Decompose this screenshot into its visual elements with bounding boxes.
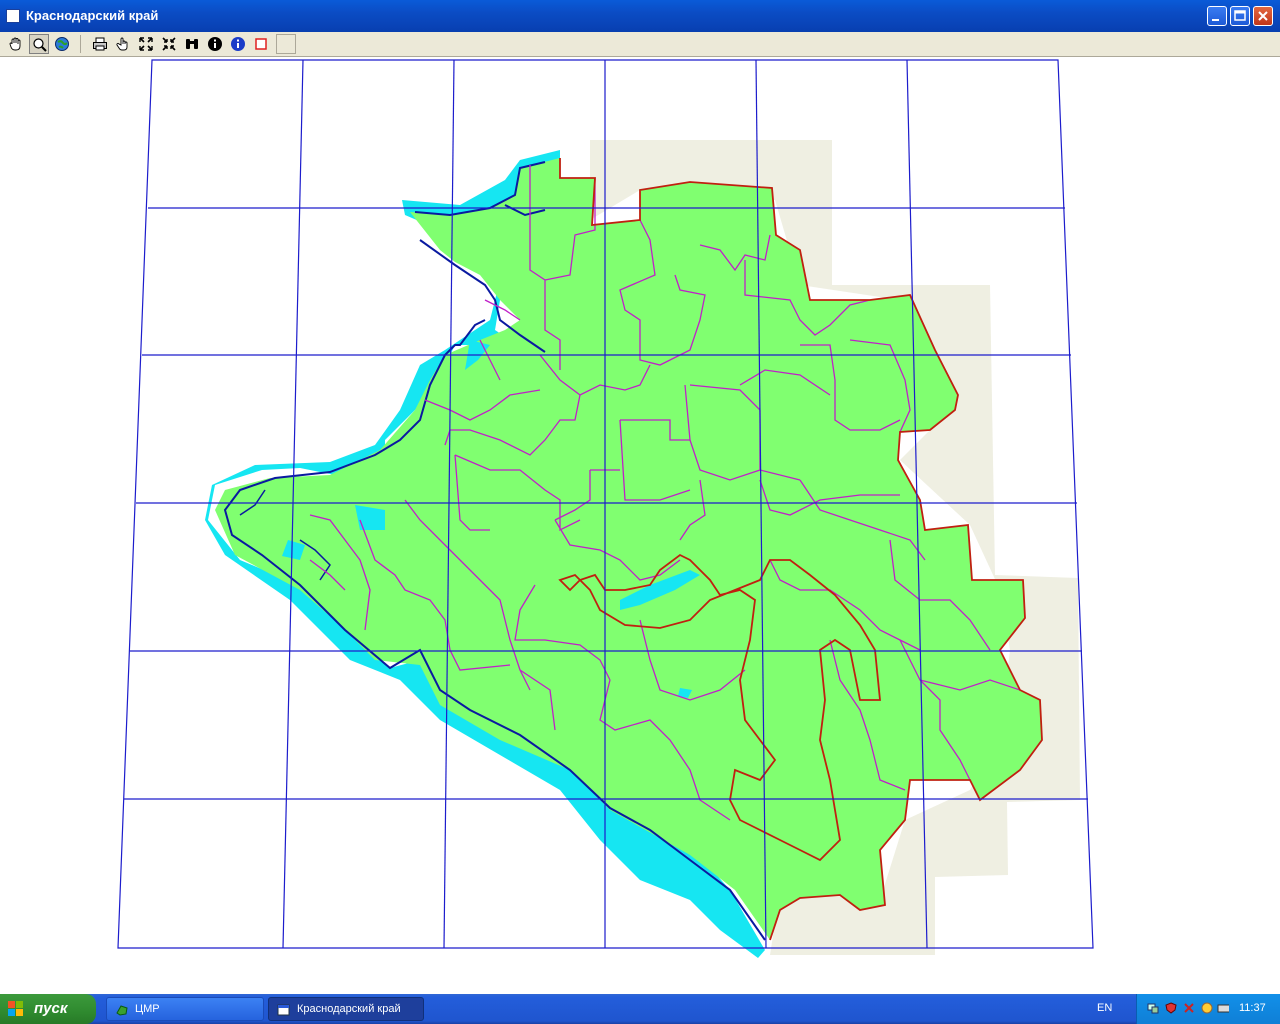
stop-square-icon[interactable] bbox=[251, 34, 271, 54]
window-title: Краснодарский край bbox=[26, 8, 159, 23]
start-label: пуск bbox=[34, 1000, 68, 1017]
print-icon[interactable] bbox=[90, 34, 110, 54]
pan-hand-icon[interactable] bbox=[6, 34, 26, 54]
title-bar[interactable]: Краснодарский край bbox=[0, 0, 1280, 32]
system-tray: 11:37 bbox=[1136, 994, 1280, 1024]
zoom-icon[interactable] bbox=[29, 34, 49, 54]
window-app-icon bbox=[277, 1004, 290, 1016]
select-hand-icon[interactable] bbox=[113, 34, 133, 54]
zoom-shrink-icon[interactable] bbox=[159, 34, 179, 54]
zoom-extents-icon[interactable] bbox=[136, 34, 156, 54]
globe-icon[interactable] bbox=[52, 34, 72, 54]
info-blue-icon[interactable] bbox=[228, 34, 248, 54]
start-button[interactable]: пуск bbox=[0, 994, 96, 1024]
taskbar-item-krasnodar[interactable]: Краснодарский край bbox=[268, 997, 424, 1021]
map-canvas[interactable] bbox=[4, 57, 1276, 993]
taskbar: пуск ЦМР Краснодарский край EN 11:37 bbox=[0, 994, 1280, 1024]
windows-flag-icon bbox=[8, 1001, 23, 1016]
window-app-icon[interactable] bbox=[6, 9, 20, 23]
map-view[interactable] bbox=[4, 57, 1276, 993]
taskbar-item-label: ЦМР bbox=[135, 1003, 160, 1015]
shield-icon[interactable] bbox=[1165, 1002, 1177, 1014]
network-icon[interactable] bbox=[1147, 1002, 1159, 1014]
language-indicator[interactable]: EN bbox=[1097, 1002, 1112, 1014]
empty-tool-button[interactable] bbox=[276, 34, 296, 54]
minimize-button[interactable] bbox=[1207, 6, 1227, 26]
toolbar bbox=[0, 32, 1280, 57]
update-icon[interactable] bbox=[1201, 1002, 1213, 1014]
close-button[interactable] bbox=[1253, 6, 1273, 26]
map-app-icon bbox=[116, 1005, 128, 1016]
antivirus-icon[interactable] bbox=[1183, 1002, 1195, 1014]
clock[interactable]: 11:37 bbox=[1239, 1002, 1266, 1014]
taskbar-item-label: Краснодарский край bbox=[297, 1003, 401, 1015]
binoculars-icon[interactable] bbox=[182, 34, 202, 54]
keyboard-icon[interactable] bbox=[1217, 1002, 1229, 1014]
info-black-icon[interactable] bbox=[205, 34, 225, 54]
maximize-button[interactable] bbox=[1230, 6, 1250, 26]
taskbar-item-cmr[interactable]: ЦМР bbox=[106, 997, 264, 1021]
